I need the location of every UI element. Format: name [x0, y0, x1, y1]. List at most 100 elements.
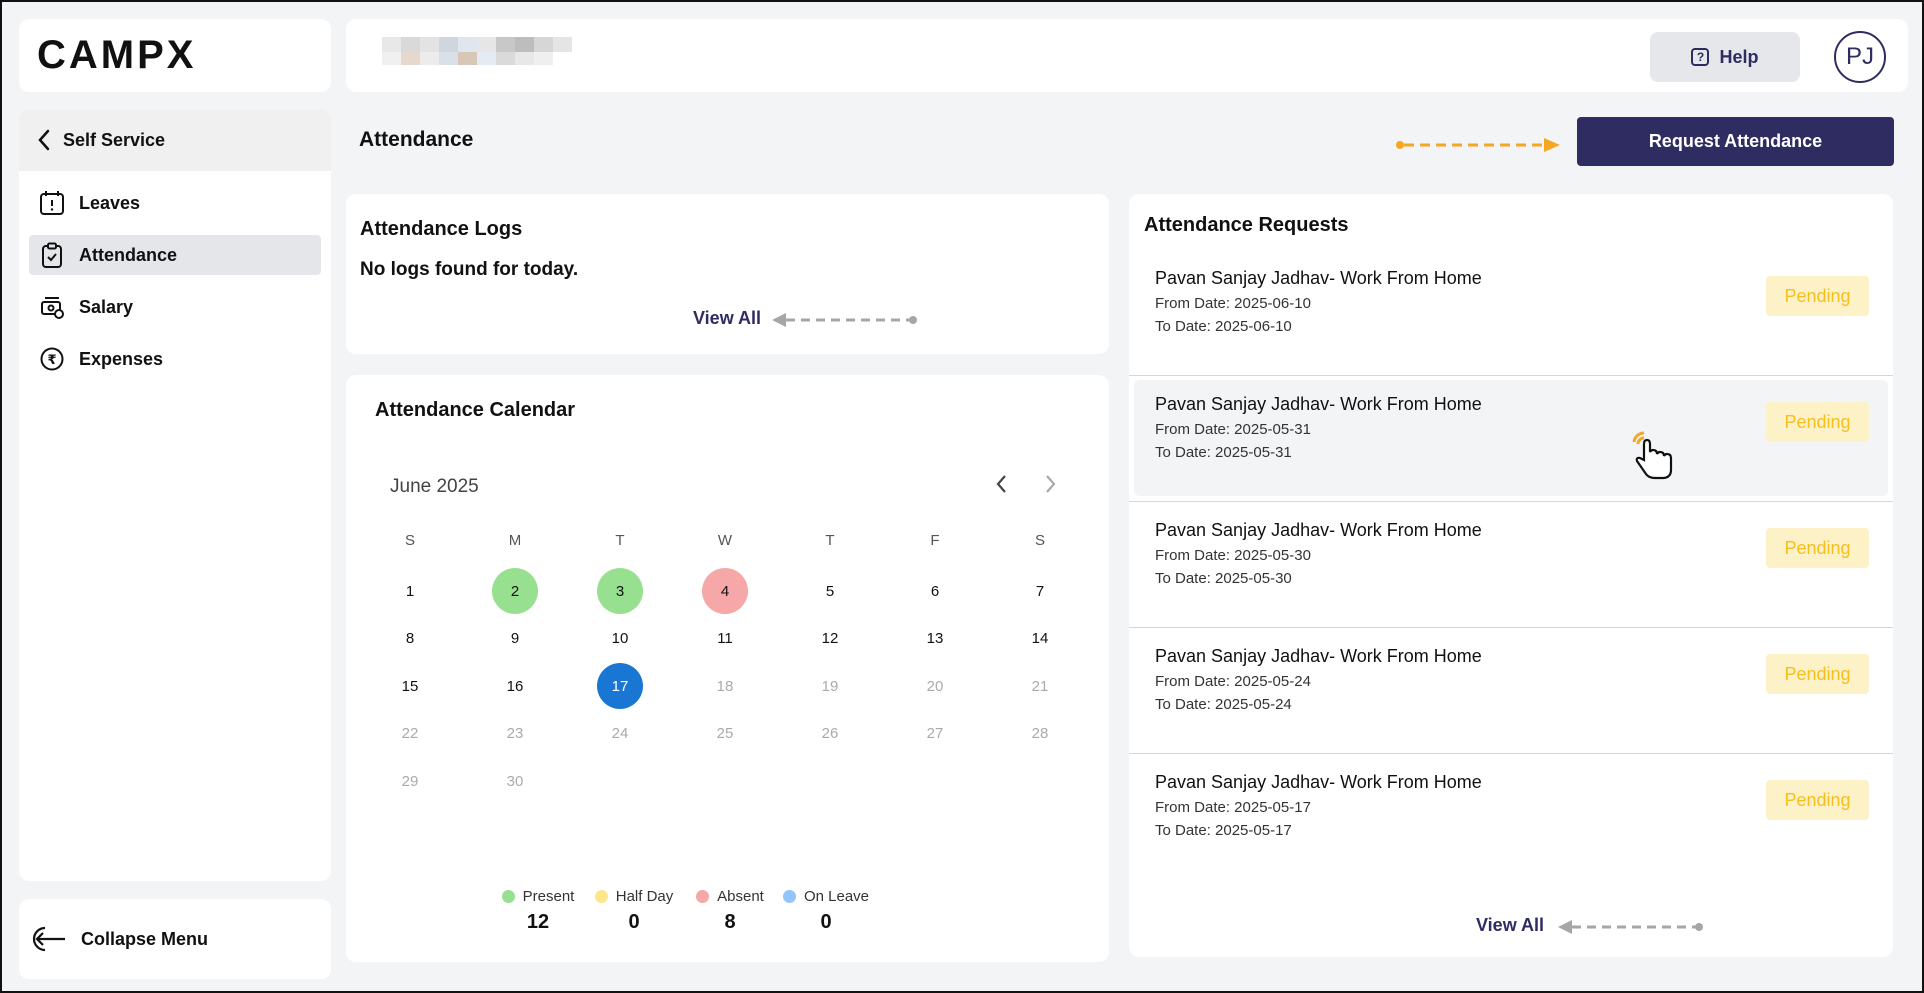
- calendar-day[interactable]: 3: [597, 568, 643, 614]
- chevron-left-icon: [38, 129, 50, 151]
- request-item[interactable]: Pavan Sanjay Jadhav- Work From Home From …: [1129, 376, 1893, 502]
- legend-count: 8: [724, 911, 736, 933]
- calendar-day[interactable]: 8: [387, 615, 433, 661]
- calendar-day[interactable]: 30: [492, 758, 538, 804]
- legend-count: 0: [820, 911, 832, 933]
- request-to-date: To Date: 2025-05-31: [1155, 444, 1292, 461]
- request-title: Pavan Sanjay Jadhav- Work From Home: [1155, 268, 1482, 288]
- request-from-date: From Date: 2025-05-24: [1155, 673, 1311, 690]
- legend-label: Present: [522, 888, 575, 905]
- calendar-day[interactable]: 9: [492, 615, 538, 661]
- request-item[interactable]: Pavan Sanjay Jadhav- Work From Home From …: [1129, 628, 1893, 754]
- request-item[interactable]: Pavan Sanjay Jadhav- Work From Home From …: [1129, 754, 1893, 880]
- self-service-label: Self Service: [63, 129, 166, 150]
- collapse-menu-button[interactable]: Collapse Menu: [19, 899, 331, 979]
- requests-title: Attendance Requests: [1144, 214, 1349, 236]
- calendar-day[interactable]: 22: [387, 710, 433, 756]
- calendar-day[interactable]: 5: [807, 568, 853, 614]
- calendar-day[interactable]: 17: [597, 663, 643, 709]
- user-avatar[interactable]: PJ: [1834, 31, 1886, 83]
- sidebar: Self Service Leaves Attendance Salary ₹ …: [19, 109, 331, 881]
- no-logs-message: No logs found for today.: [360, 259, 579, 280]
- legend-item: On Leave 0: [776, 888, 876, 934]
- weekday-header: T: [825, 532, 835, 549]
- weekday-header: W: [717, 532, 733, 549]
- request-to-date: To Date: 2025-05-30: [1155, 570, 1292, 587]
- legend-label: Half Day: [615, 888, 674, 905]
- sidebar-item-salary[interactable]: Salary: [29, 287, 321, 327]
- sidebar-item-leaves[interactable]: Leaves: [29, 183, 321, 223]
- calendar-day[interactable]: 6: [912, 568, 958, 614]
- calendar-day[interactable]: 24: [597, 710, 643, 756]
- request-from-date: From Date: 2025-06-10: [1155, 295, 1311, 312]
- top-header: ? Help PJ: [346, 19, 1908, 92]
- money-icon: [39, 294, 65, 320]
- sidebar-item-label: Salary: [79, 296, 134, 317]
- request-attendance-button[interactable]: Request Attendance: [1577, 117, 1894, 166]
- calendar-day[interactable]: 20: [912, 663, 958, 709]
- calendar-day[interactable]: 1: [387, 568, 433, 614]
- calendar-day[interactable]: 13: [912, 615, 958, 661]
- legend-label: On Leave: [803, 888, 870, 905]
- calendar-day[interactable]: 14: [1017, 615, 1063, 661]
- request-item[interactable]: Pavan Sanjay Jadhav- Work From Home From …: [1129, 250, 1893, 376]
- legend-dot: [594, 890, 608, 903]
- calendar-day[interactable]: 21: [1017, 663, 1063, 709]
- status-badge: Pending: [1766, 402, 1869, 442]
- legend-count: 0: [628, 911, 640, 933]
- request-from-date: From Date: 2025-05-31: [1155, 421, 1311, 438]
- calendar-day[interactable]: 11: [702, 615, 748, 661]
- chevron-left-icon: [996, 475, 1006, 493]
- legend-count: 12: [526, 911, 550, 933]
- calendar-day[interactable]: 29: [387, 758, 433, 804]
- weekday-header: S: [1034, 532, 1045, 549]
- calendar-day[interactable]: 10: [597, 615, 643, 661]
- calendar-day[interactable]: 19: [807, 663, 853, 709]
- logs-view-all-link[interactable]: View All: [693, 308, 761, 329]
- help-button[interactable]: ? Help: [1650, 32, 1800, 82]
- calendar-day[interactable]: 7: [1017, 568, 1063, 614]
- calendar-day[interactable]: 16: [492, 663, 538, 709]
- calendar-day[interactable]: 27: [912, 710, 958, 756]
- prev-month-button[interactable]: [994, 471, 1008, 502]
- requests-view-all-link[interactable]: View All: [1476, 915, 1544, 936]
- request-title: Pavan Sanjay Jadhav- Work From Home: [1155, 646, 1482, 666]
- sidebar-item-label: Leaves: [79, 192, 141, 213]
- weekday-header: F: [930, 532, 940, 549]
- calendar-day[interactable]: 12: [807, 615, 853, 661]
- attendance-requests-card: Attendance Requests Pavan Sanjay Jadhav-…: [1129, 194, 1893, 957]
- request-item[interactable]: Pavan Sanjay Jadhav- Work From Home From …: [1129, 502, 1893, 628]
- clipboard-check-icon: [39, 242, 65, 268]
- weekday-header: M: [508, 532, 522, 549]
- calendar-day[interactable]: 15: [387, 663, 433, 709]
- calendar-day[interactable]: 28: [1017, 710, 1063, 756]
- weekday-header: T: [615, 532, 625, 549]
- calendar-day[interactable]: 25: [702, 710, 748, 756]
- annotation-arrow: [772, 313, 917, 327]
- calendar-day[interactable]: 23: [492, 710, 538, 756]
- help-label: Help: [1719, 46, 1759, 67]
- sidebar-item-attendance[interactable]: Attendance: [29, 235, 321, 275]
- legend-item: Absent 8: [680, 888, 780, 934]
- collapse-arrow-icon: [32, 926, 65, 952]
- status-badge: Pending: [1766, 654, 1869, 694]
- request-title: Pavan Sanjay Jadhav- Work From Home: [1155, 772, 1482, 792]
- campx-logo[interactable]: CAMPX: [37, 33, 196, 78]
- attendance-logs-card: Attendance Logs No logs found for today.…: [346, 194, 1109, 354]
- legend-dot: [696, 890, 710, 903]
- legend-item: Present 12: [488, 888, 588, 934]
- request-from-date: From Date: 2025-05-17: [1155, 799, 1311, 816]
- calendar-day[interactable]: 2: [492, 568, 538, 614]
- help-icon: ?: [1691, 48, 1710, 66]
- legend-dot: [782, 890, 796, 903]
- sidebar-item-expenses[interactable]: ₹ Expenses: [29, 339, 321, 379]
- sidebar-item-label: Attendance: [79, 244, 178, 265]
- legend-dot: [501, 890, 515, 903]
- calendar-day[interactable]: 18: [702, 663, 748, 709]
- self-service-back[interactable]: Self Service: [19, 109, 331, 171]
- weekday-header: S: [404, 532, 415, 549]
- next-month-button[interactable]: [1044, 471, 1058, 502]
- calendar-day[interactable]: 4: [702, 568, 748, 614]
- calendar-day[interactable]: 26: [807, 710, 853, 756]
- page-title: Attendance: [359, 128, 474, 151]
